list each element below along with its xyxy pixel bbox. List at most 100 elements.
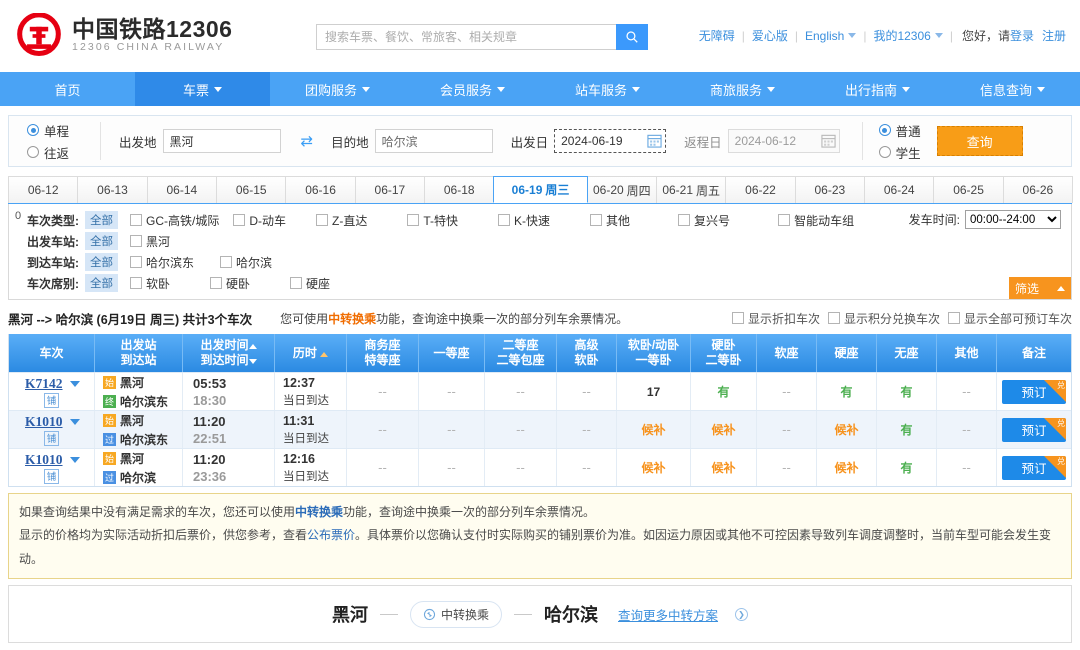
book-button[interactable]: 预订 兑: [1002, 455, 1066, 480]
transfer-link[interactable]: 中转换乘: [328, 312, 376, 326]
checkbox-harbin[interactable]: 哈尔滨: [220, 254, 272, 271]
checkbox-hard-sleeper[interactable]: 硬卧: [210, 275, 250, 292]
date-tab[interactable]: 06-24: [864, 176, 935, 203]
date-tab[interactable]: 06-13: [77, 176, 148, 203]
chevron-down-icon[interactable]: [69, 456, 80, 463]
origin-input[interactable]: [162, 129, 281, 153]
cell-train-no[interactable]: K1010 铺: [9, 449, 95, 486]
link-accessibility[interactable]: 无障碍: [699, 27, 735, 44]
checkbox-z[interactable]: Z-直达: [316, 212, 367, 229]
nav-item-home[interactable]: 首页: [0, 72, 135, 106]
radio-normal-passenger[interactable]: 普通: [878, 121, 921, 140]
sort-asc-icon[interactable]: [248, 344, 257, 349]
cell-soft-sleeper[interactable]: 候补: [617, 411, 691, 448]
col-duration[interactable]: 历时: [275, 334, 347, 372]
link-love-edition[interactable]: 爱心版: [752, 27, 788, 44]
date-tab[interactable]: 06-14: [146, 176, 218, 203]
nav-item-tickets[interactable]: 车票: [135, 72, 270, 106]
sleeper-tag[interactable]: 铺: [44, 392, 59, 408]
cell-train-no[interactable]: K7142 铺: [9, 373, 95, 410]
checkbox-gc[interactable]: GC-高铁/城际: [130, 212, 219, 229]
date-tab[interactable]: 06-17: [354, 176, 426, 203]
checkbox-show-discount[interactable]: 显示折扣车次: [731, 310, 820, 327]
checkbox-soft-sleeper[interactable]: 软卧: [130, 275, 170, 292]
nav-item-business-travel[interactable]: 商旅服务: [675, 72, 810, 106]
date-tab[interactable]: 06-15: [216, 176, 287, 203]
date-tab-selected[interactable]: 06-19 周三: [493, 176, 588, 203]
chevron-right-icon[interactable]: ❯: [735, 607, 749, 621]
book-button[interactable]: 预订 兑: [1002, 379, 1066, 404]
chevron-down-icon[interactable]: [69, 380, 80, 387]
checkbox-d[interactable]: D-动车: [233, 212, 286, 229]
date-tab[interactable]: 06-21 周五: [656, 176, 727, 203]
filter-all-chip[interactable]: 全部: [85, 274, 118, 292]
cell-hard-sleeper[interactable]: 候补: [691, 411, 757, 448]
filter-all-chip[interactable]: 全部: [85, 253, 118, 271]
date-tab[interactable]: 06-12: [8, 176, 79, 203]
date-tab[interactable]: 06-23: [794, 176, 866, 203]
date-tab[interactable]: 06-26: [1002, 176, 1074, 203]
checkbox-show-all-bookable[interactable]: 显示全部可预订车次: [947, 310, 1072, 327]
query-button[interactable]: 查询: [936, 126, 1023, 156]
transfer-pill-button[interactable]: 中转换乘: [409, 600, 502, 628]
cell-train-no[interactable]: K1010 铺: [9, 411, 95, 448]
radio-student-passenger[interactable]: 学生: [878, 143, 921, 162]
nav-item-group-service[interactable]: 团购服务: [270, 72, 405, 106]
date-tab[interactable]: 06-18: [424, 176, 495, 203]
cell-hard-seat[interactable]: 候补: [817, 411, 877, 448]
search-button[interactable]: [616, 24, 648, 50]
filter-toggle-button[interactable]: 筛选: [1009, 277, 1071, 299]
cell-soft-sleeper[interactable]: 候补: [617, 449, 691, 486]
table-row[interactable]: K7142 铺 始黑河 终哈尔滨东 05:53 18:30 12:37 当日到达…: [9, 372, 1071, 410]
date-tab[interactable]: 06-22: [725, 176, 796, 203]
sleeper-tag[interactable]: 铺: [44, 430, 59, 446]
chevron-down-icon[interactable]: [69, 418, 80, 425]
sleeper-tag[interactable]: 铺: [44, 468, 59, 484]
link-english[interactable]: English: [805, 29, 844, 43]
table-row[interactable]: K1010 铺 始黑河 过哈尔滨东 11:20 22:51 11:31 当日到达…: [9, 410, 1071, 448]
transfer-link[interactable]: 中转换乘: [295, 505, 343, 519]
destination-input[interactable]: [374, 129, 493, 153]
published-fare-link[interactable]: 公布票价: [307, 528, 355, 542]
checkbox-smart-emu[interactable]: 智能动车组: [778, 212, 854, 229]
swap-stations-icon[interactable]: ⇄: [301, 132, 314, 150]
date-tab[interactable]: 06-16: [285, 176, 356, 203]
book-button[interactable]: 预订 兑: [1002, 417, 1066, 442]
filter-all-chip[interactable]: 全部: [85, 211, 118, 229]
checkbox-heihe[interactable]: 黑河: [130, 233, 170, 250]
checkbox-hard-seat[interactable]: 硬座: [290, 275, 330, 292]
table-row[interactable]: K1010 铺 始黑河 过哈尔滨 11:20 23:36 12:16 当日到达 …: [9, 448, 1071, 486]
checkbox-k[interactable]: K-快速: [498, 212, 550, 229]
sort-desc-icon[interactable]: [248, 359, 257, 364]
checkbox-other[interactable]: 其他: [590, 212, 630, 229]
filter-all-chip[interactable]: 全部: [85, 232, 118, 250]
more-transfer-options-link[interactable]: 查询更多中转方案: [618, 605, 718, 624]
link-my12306[interactable]: 我的12306: [873, 27, 930, 44]
search-input[interactable]: [316, 24, 616, 50]
date-tab[interactable]: 06-20 周四: [586, 176, 657, 203]
checkbox-harbin-east[interactable]: 哈尔滨东: [130, 254, 194, 271]
checkbox-show-points[interactable]: 显示积分兑换车次: [827, 310, 940, 327]
checkbox-fuxing[interactable]: 复兴号: [678, 212, 730, 229]
nav-item-member-service[interactable]: 会员服务: [405, 72, 540, 106]
depart-date-input[interactable]: [554, 129, 667, 153]
cell-hard-seat[interactable]: 候补: [817, 449, 877, 486]
train-number[interactable]: K1010: [25, 414, 63, 430]
train-number[interactable]: K1010: [25, 452, 63, 468]
radio-one-way[interactable]: 单程: [27, 121, 100, 140]
col-train-no[interactable]: 车次: [9, 334, 95, 372]
date-tab[interactable]: 06-25: [933, 176, 1004, 203]
register-link[interactable]: 注册: [1042, 27, 1066, 44]
return-date-input[interactable]: [727, 129, 840, 153]
logo[interactable]: 中国铁路12306 12306 CHINA RAILWAY: [16, 13, 232, 59]
sort-asc-icon[interactable]: [320, 351, 329, 357]
nav-item-travel-guide[interactable]: 出行指南: [810, 72, 945, 106]
radio-round-trip[interactable]: 往返: [27, 143, 100, 162]
nav-item-info-query[interactable]: 信息查询: [945, 72, 1080, 106]
checkbox-t[interactable]: T-特快: [407, 212, 458, 229]
col-stations[interactable]: 出发站 到达站: [95, 334, 183, 372]
cell-hard-sleeper[interactable]: 候补: [691, 449, 757, 486]
train-number[interactable]: K7142: [25, 376, 63, 392]
login-link[interactable]: 登录: [1010, 27, 1034, 44]
col-times[interactable]: 出发时间 到达时间: [183, 334, 275, 372]
